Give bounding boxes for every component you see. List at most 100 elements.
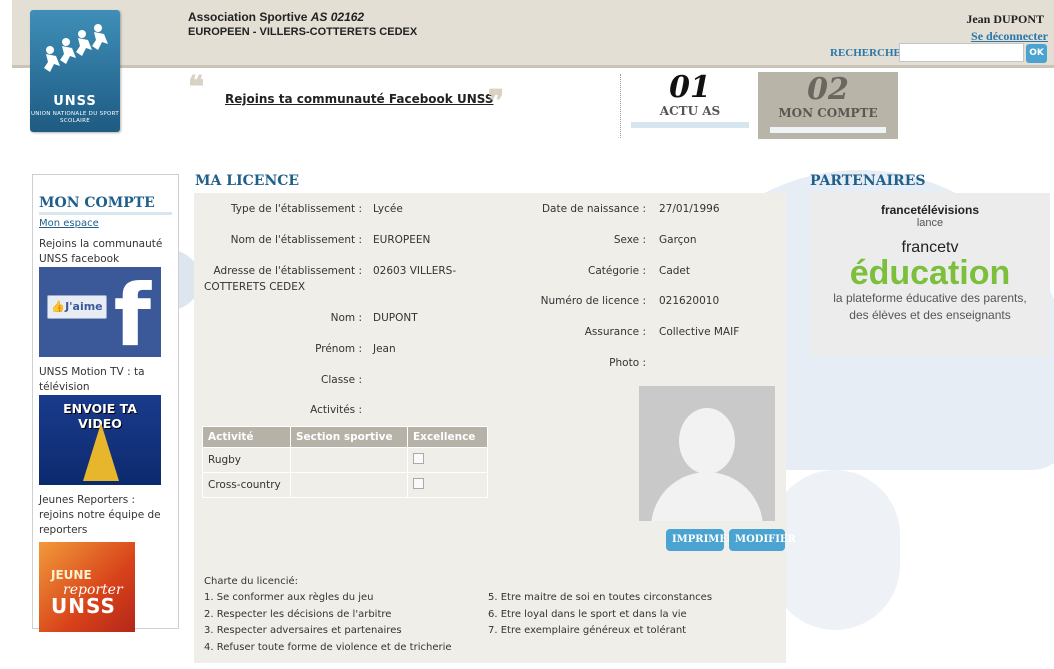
table-row: Cross-country — [202, 472, 488, 498]
table-header-row: Activité Section sportive Excellence — [202, 426, 488, 448]
user-name: Jean DUPONT — [966, 12, 1044, 26]
sidebar-text-reporters: Jeunes Reporters : rejoins notre équipe … — [39, 494, 161, 536]
avatar-body — [651, 472, 763, 521]
charte-item: 5. Etre maitre de soi en toutes circonst… — [488, 592, 713, 603]
value-numero-licence: 021620010 — [659, 295, 720, 307]
excellence-checkbox[interactable] — [413, 453, 424, 464]
licence-panel: Type de l'établissement : Lycée Nom de l… — [194, 193, 796, 663]
cell-activite: Cross-country — [202, 472, 291, 498]
sidebar: MON COMPTE Mon espace Rejoins la communa… — [32, 174, 179, 632]
charte-item: 1. Se conformer aux règles du jeu — [204, 592, 374, 603]
tab-number: 02 — [807, 72, 849, 107]
label-type-etablissement: Type de l'établissement : — [231, 203, 362, 215]
page-title: MA LICENCE — [195, 173, 300, 189]
label-numero-licence: Numéro de licence : — [540, 295, 646, 307]
label-date-naissance: Date de naissance : — [541, 203, 646, 215]
tab-underline — [770, 127, 886, 133]
partners-title: PARTENAIRES — [810, 173, 926, 189]
search-label: RECHERCHE — [830, 47, 901, 59]
sidebar-text-facebook: Rejoins la communauté UNSS facebook — [39, 238, 163, 265]
logo-subtitle: UNION NATIONALE DU SPORT SCOLAIRE — [30, 111, 119, 124]
label-assurance: Assurance : — [584, 326, 646, 338]
facebook-icon: f — [113, 267, 151, 357]
label-nom-etablissement: Nom de l'établissement : — [230, 234, 362, 246]
cell-excellence — [407, 447, 488, 473]
charte-item: 6. Etre loyal dans le sport et dans la v… — [488, 608, 687, 620]
reporters-banner[interactable]: JEUNE reporter UNSS — [39, 542, 135, 632]
sidebar-link-mon-espace[interactable]: Mon espace — [39, 218, 172, 229]
cell-section — [290, 472, 408, 498]
partner-ft-logo: francetélévisions — [880, 203, 980, 217]
column-header-excellence: Excellence — [407, 426, 488, 448]
label-nom: Nom : — [330, 312, 362, 324]
value-type-etablissement: Lycée — [373, 203, 403, 215]
charte-item: 7. Etre exemplaire généreux et tolérant — [488, 625, 687, 636]
like-label: J'aime — [65, 300, 103, 313]
column-header-section: Section sportive — [290, 426, 408, 448]
label-sexe: Sexe : — [613, 234, 646, 246]
value-assurance: Collective MAIF — [659, 326, 740, 338]
label-classe: Classe : — [321, 374, 362, 386]
tab-mon-compte[interactable]: 02 MON COMPTE — [758, 72, 898, 139]
open-quote-icon: ❝ — [188, 70, 205, 105]
motion-tv-banner[interactable]: ENVOIE TA VIDEO — [39, 395, 161, 485]
value-adresse-etablissement-line2: COTTERETS CEDEX — [204, 281, 306, 293]
cell-section — [290, 447, 408, 473]
edit-button[interactable]: MODIFIER — [729, 529, 796, 551]
cell-excellence — [407, 472, 488, 498]
sidebar-text-motion-tv: UNSS Motion TV : ta télévision — [39, 366, 145, 393]
sidebar-title: MON COMPTE — [39, 195, 172, 215]
label-adresse-etablissement: Adresse de l'établissement : — [213, 265, 362, 277]
table-row: Rugby — [202, 447, 488, 473]
close-quote-icon: ❞ — [488, 84, 505, 119]
partner-desc-line2: des élèves et des enseignants — [849, 308, 1011, 322]
like-button-image: 👍J'aime — [47, 295, 107, 319]
facebook-banner[interactable]: 👍J'aime f — [39, 267, 161, 357]
tab-label: ACTU AS — [659, 104, 721, 118]
runners-icon — [44, 24, 108, 72]
facebook-community-link[interactable]: Rejoins ta communauté Facebook UNSS — [225, 92, 493, 106]
tab-actu-as[interactable]: 01 ACTU AS — [631, 70, 749, 128]
label-photo: Photo : — [609, 357, 646, 369]
charte-item: 3. Respecter adversaires et partenaires — [204, 625, 402, 636]
value-categorie: Cadet — [659, 265, 691, 277]
reporters-t3: UNSS — [51, 594, 116, 618]
nav-separator — [620, 74, 621, 138]
avatar-head — [679, 408, 735, 474]
logo-brand: UNSS — [53, 94, 97, 109]
value-sexe: Garçon — [659, 234, 697, 246]
tab-label: MON COMPTE — [778, 106, 878, 120]
column-header-activite: Activité — [202, 426, 291, 448]
excellence-checkbox[interactable] — [413, 478, 424, 489]
label-prenom: Prénom : — [315, 343, 362, 355]
tab-number: 01 — [669, 70, 711, 105]
partner-desc-line1: la plateforme éducative des parents, — [833, 291, 1027, 305]
print-button[interactable]: IMPRIMER — [666, 529, 735, 551]
logout-link[interactable]: Se déconnecter — [971, 29, 1048, 44]
partner-lance: lance — [916, 217, 944, 229]
charte-column-1: 1. Se conformer aux règles du jeu 2. Res… — [204, 590, 452, 656]
tower-icon — [83, 423, 119, 481]
association-name: Association Sportive AS 02162 — [188, 10, 364, 24]
association-code: AS 02162 — [310, 10, 365, 24]
association-prefix: Association Sportive — [188, 10, 308, 24]
search-input[interactable] — [899, 43, 1024, 62]
photo-placeholder — [639, 386, 775, 521]
charte-column-2: 5. Etre maitre de soi en toutes circonst… — [488, 590, 712, 640]
thumbs-up-icon: 👍 — [51, 300, 66, 313]
value-adresse-etablissement: 02603 VILLERS- — [373, 265, 457, 277]
label-categorie: Catégorie : — [587, 265, 646, 277]
partner-banner-francetv-education[interactable]: francetélévisions lance francetv éducati… — [810, 193, 1050, 356]
partner-education: éducation — [849, 254, 1011, 292]
association-location: EUROPEEN - VILLERS-COTTERETS CEDEX — [188, 26, 418, 38]
unss-logo[interactable]: UNSS UNION NATIONALE DU SPORT SCOLAIRE — [30, 10, 120, 132]
value-date-naissance: 27/01/1996 — [659, 203, 720, 215]
label-activites: Activités : — [310, 404, 362, 416]
value-nom-etablissement: EUROPEEN — [373, 234, 431, 246]
value-nom: DUPONT — [373, 312, 418, 324]
search-button[interactable]: OK — [1026, 44, 1047, 63]
cell-activite: Rugby — [202, 447, 291, 473]
charte-item: 2. Respecter les décisions de l'arbitre — [204, 608, 392, 620]
value-prenom: Jean — [373, 343, 396, 355]
activities-table: Activité Section sportive Excellence Rug… — [202, 426, 488, 498]
